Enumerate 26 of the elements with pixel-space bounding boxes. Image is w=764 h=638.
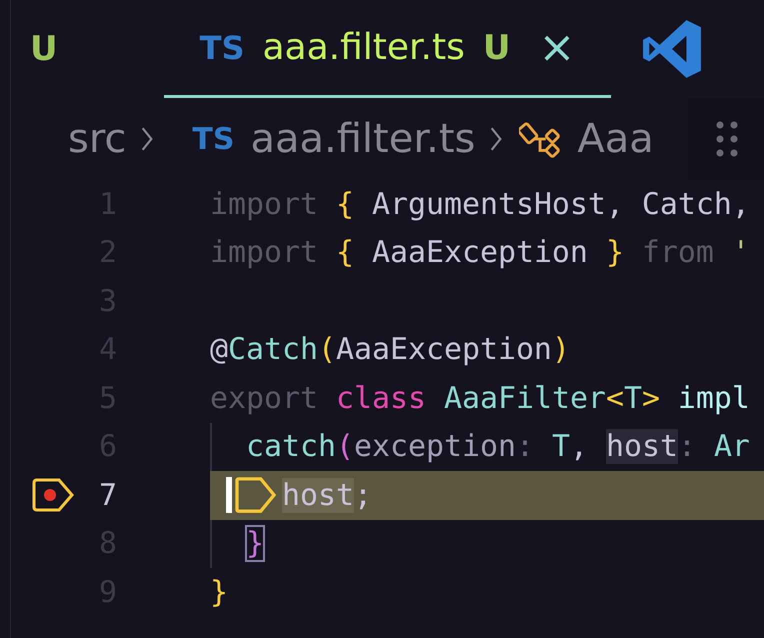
chevron-right-icon <box>140 126 154 152</box>
typescript-icon: TS <box>200 28 244 66</box>
breadcrumb-file[interactable]: aaa.filter.ts <box>250 116 476 162</box>
code-line: } <box>246 526 264 562</box>
breakpoint-icon[interactable] <box>31 477 75 514</box>
line-number: 7 <box>98 478 117 513</box>
breadcrumb-folder[interactable]: src <box>68 116 126 162</box>
typescript-icon: TS <box>192 122 234 156</box>
untracked-status: U <box>482 28 510 68</box>
code-line: export class AaaFilter<T> impl <box>210 380 750 416</box>
close-icon[interactable]: × <box>538 26 576 70</box>
editor-tab[interactable]: TS aaa.filter.ts U × <box>164 0 612 98</box>
editor-logo-icon <box>641 18 704 80</box>
tab-label: aaa.filter.ts <box>262 27 465 68</box>
code-line: import { ArgumentsHost, Catch, <box>210 186 750 222</box>
code-line: @Catch(AaaException) <box>210 332 570 368</box>
text-cursor <box>226 477 232 513</box>
drag-handle-icon[interactable] <box>716 121 738 157</box>
code-line: } <box>210 574 228 610</box>
debug-arrow-icon <box>234 476 278 514</box>
chevron-right-icon <box>489 126 504 152</box>
breadcrumb-symbol[interactable]: Aaa <box>577 116 654 162</box>
code-line: import { AaaException } from ' <box>210 235 750 270</box>
untracked-status: U <box>30 29 58 69</box>
code-line: catch(exception: T, host: Ar <box>246 429 750 464</box>
editor-tab[interactable]: U <box>30 0 58 98</box>
